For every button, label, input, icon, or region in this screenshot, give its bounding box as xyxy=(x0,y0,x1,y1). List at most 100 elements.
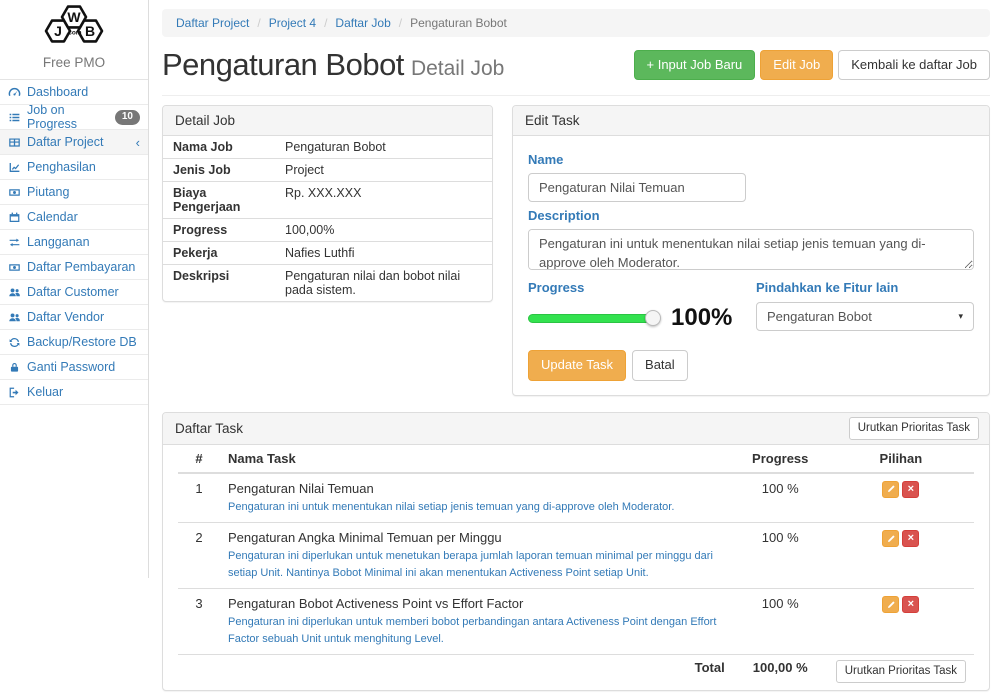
detail-job-panel: Detail Job Nama JobPengaturan Bobot Jeni… xyxy=(162,105,493,302)
users-icon xyxy=(8,286,21,299)
task-progress: 100 % xyxy=(733,589,828,655)
main-content: Daftar ProjectProject 4Daftar Job Pengatu… xyxy=(162,0,990,699)
input-job-baru-button[interactable]: + Input Job Baru xyxy=(634,50,756,81)
delete-icon: × xyxy=(908,533,914,544)
sidebar-item-job-on-progress[interactable]: Job on Progress 10 xyxy=(0,105,148,130)
total-value: 100,00 % xyxy=(733,655,828,688)
edit-task-button[interactable] xyxy=(882,530,899,547)
sidebar-item-daftar-pembayaran[interactable]: Daftar Pembayaran xyxy=(0,255,148,280)
task-progress: 100 % xyxy=(733,523,828,589)
detail-row: Biaya PengerjaanRp. XXX.XXX xyxy=(163,182,492,219)
sidebar-item-label: Langganan xyxy=(27,235,90,249)
job-count-badge: 10 xyxy=(115,110,140,125)
brand-name: Free PMO xyxy=(0,51,148,79)
edit-task-button[interactable] xyxy=(882,481,899,498)
sidebar-item-piutang[interactable]: Piutang xyxy=(0,180,148,205)
sign-out-icon xyxy=(8,386,21,399)
task-description: Pengaturan ini untuk menentukan nilai se… xyxy=(228,499,725,516)
sidebar-item-langganan[interactable]: Langganan xyxy=(0,230,148,255)
edit-task-button[interactable] xyxy=(882,596,899,613)
dashboard-icon xyxy=(8,86,21,99)
sidebar-item-calendar[interactable]: Calendar xyxy=(0,205,148,230)
line-chart-icon xyxy=(8,161,21,174)
progress-slider[interactable] xyxy=(528,314,654,323)
refresh-icon xyxy=(8,336,21,349)
progress-group: Progress 100% xyxy=(528,274,732,332)
sidebar-item-label: Daftar Vendor xyxy=(27,310,104,324)
back-to-job-list-button[interactable]: Kembali ke daftar Job xyxy=(838,50,990,81)
sidebar-item-label: Piutang xyxy=(27,185,69,199)
task-number: 3 xyxy=(178,589,220,655)
sidebar-item-label: Penghasilan xyxy=(27,160,96,174)
delete-task-button[interactable]: × xyxy=(902,481,919,498)
sidebar-item-daftar-vendor[interactable]: Daftar Vendor xyxy=(0,305,148,330)
pencil-icon xyxy=(886,484,896,494)
sidebar-item-label: Keluar xyxy=(27,385,63,399)
sidebar-item-dashboard[interactable]: Dashboard xyxy=(0,80,148,105)
sidebar-item-label: Daftar Customer xyxy=(27,285,119,299)
delete-icon: × xyxy=(908,599,914,610)
detail-row: DeskripsiPengaturan nilai dan bobot nila… xyxy=(163,265,492,301)
users-icon xyxy=(8,311,21,324)
detail-row: Jenis JobProject xyxy=(163,159,492,182)
column-pilihan: Pilihan xyxy=(828,445,974,473)
sidebar-item-keluar[interactable]: Keluar xyxy=(0,380,148,405)
dropdown-arrow-icon: ▾ xyxy=(958,311,963,322)
name-label: Name xyxy=(528,152,974,167)
list-icon xyxy=(8,111,21,124)
batal-button[interactable]: Batal xyxy=(632,350,688,381)
table-icon xyxy=(8,136,21,149)
sort-priority-button-top[interactable]: Urutkan Prioritas Task xyxy=(849,417,979,440)
daftar-task-panel: Daftar Task Urutkan Prioritas Task # Nam… xyxy=(162,412,990,691)
edit-task-panel-title: Edit Task xyxy=(513,106,989,136)
update-task-button[interactable]: Update Task xyxy=(528,350,626,381)
sidebar-item-label: Calendar xyxy=(27,210,78,224)
jwb-logo-icon: J W B .com xyxy=(30,4,118,48)
task-description: Pengaturan ini diperlukan untuk memberi … xyxy=(228,614,725,647)
task-description: Pengaturan ini diperlukan untuk menetuka… xyxy=(228,548,725,581)
task-row: 3 Pengaturan Bobot Activeness Point vs E… xyxy=(178,589,974,655)
sidebar-item-ganti-password[interactable]: Ganti Password xyxy=(0,355,148,380)
detail-row: Nama JobPengaturan Bobot xyxy=(163,136,492,159)
sidebar-menu: Dashboard Job on Progress 10 Daftar Proj… xyxy=(0,79,148,405)
sidebar-item-label: Backup/Restore DB xyxy=(27,335,137,349)
task-description-textarea[interactable]: Pengaturan ini untuk menentukan nilai se… xyxy=(528,229,974,270)
task-table-header-row: # Nama Task Progress Pilihan xyxy=(178,445,974,473)
sort-priority-button-bottom[interactable]: Urutkan Prioritas Task xyxy=(836,660,966,683)
sidebar-item-penghasilan[interactable]: Penghasilan xyxy=(0,155,148,180)
svg-text:.com: .com xyxy=(66,30,81,37)
sidebar-item-label: Dashboard xyxy=(27,85,88,99)
svg-text:J: J xyxy=(54,23,62,39)
app-logo[interactable]: J W B .com xyxy=(0,0,148,51)
task-name-input[interactable] xyxy=(528,173,746,202)
breadcrumb-daftar-project[interactable]: Daftar Project xyxy=(176,16,249,30)
progress-slider-handle[interactable] xyxy=(645,310,661,326)
move-feature-label: Pindahkan ke Fitur lain xyxy=(756,280,974,295)
progress-label: Progress xyxy=(528,280,732,295)
money-icon xyxy=(8,186,21,199)
daftar-task-panel-title: Daftar Task xyxy=(175,421,243,436)
edit-job-button[interactable]: Edit Job xyxy=(760,50,833,81)
move-feature-select[interactable]: Pengaturan Bobot ▾ xyxy=(756,302,974,331)
svg-text:B: B xyxy=(85,23,95,39)
task-name: Pengaturan Nilai Temuan xyxy=(228,481,725,496)
move-feature-selected-value: Pengaturan Bobot xyxy=(767,309,872,324)
sidebar: J W B .com Free PMO Dashboard Job on Pro… xyxy=(0,0,149,578)
total-label: Total xyxy=(220,655,733,688)
calendar-icon xyxy=(8,211,21,224)
sidebar-item-backup-restore[interactable]: Backup/Restore DB xyxy=(0,330,148,355)
chevron-left-icon: ‹ xyxy=(136,136,140,149)
detail-job-panel-title: Detail Job xyxy=(163,106,492,136)
progress-value: 100% xyxy=(671,304,732,332)
column-number: # xyxy=(178,445,220,473)
money-icon xyxy=(8,261,21,274)
delete-task-button[interactable]: × xyxy=(902,530,919,547)
breadcrumb-daftar-job[interactable]: Daftar Job xyxy=(316,16,391,30)
sidebar-item-daftar-customer[interactable]: Daftar Customer xyxy=(0,280,148,305)
page-title: Pengaturan Bobot xyxy=(162,47,404,82)
breadcrumb-project-4[interactable]: Project 4 xyxy=(249,16,316,30)
detail-job-table: Nama JobPengaturan Bobot Jenis JobProjec… xyxy=(163,136,492,301)
delete-task-button[interactable]: × xyxy=(902,596,919,613)
sidebar-item-daftar-project[interactable]: Daftar Project ‹ xyxy=(0,130,148,155)
detail-row: PekerjaNafies Luthfi xyxy=(163,242,492,265)
